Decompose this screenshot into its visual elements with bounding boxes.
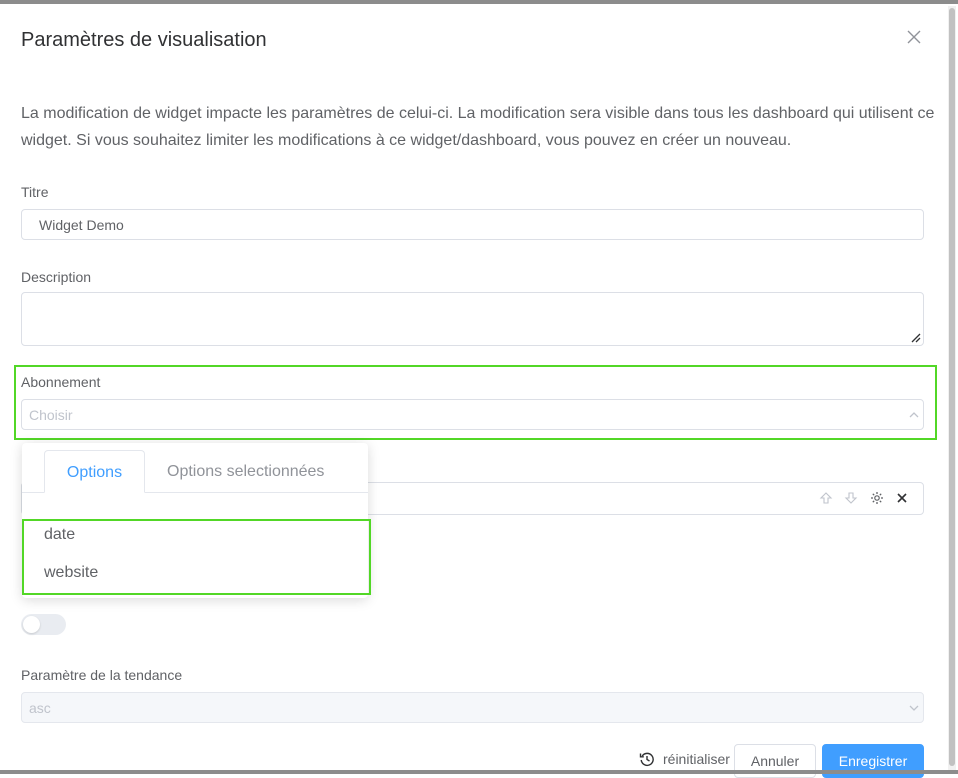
dialog-title: Paramètres de visualisation (21, 29, 267, 51)
intro-text: La modification de widget impacte les pa… (21, 105, 935, 149)
title-label: Titre (21, 184, 49, 200)
tab-selected-options[interactable]: Options selectionnées (167, 450, 324, 493)
trend-label: Paramètre de la tendance (21, 667, 183, 683)
scrollbar[interactable] (948, 6, 956, 770)
trend-select: asc (21, 692, 924, 723)
window-bottom-border (0, 770, 958, 774)
chevron-up-icon (909, 412, 919, 418)
description-label: Description (21, 269, 92, 285)
arrow-down-icon[interactable] (844, 491, 858, 505)
title-input[interactable]: Widget Demo (21, 209, 924, 240)
description-textarea[interactable] (21, 292, 924, 346)
trend-value: asc (29, 700, 51, 716)
window-top-border (0, 0, 958, 4)
toggle-knob (23, 616, 40, 633)
title-input-value: Widget Demo (39, 217, 124, 233)
tab-options[interactable]: Options (44, 450, 145, 493)
reset-button[interactable]: réinitialiser (663, 751, 730, 767)
chevron-down-icon (909, 705, 919, 711)
scrollbar-thumb[interactable] (949, 8, 955, 766)
gear-icon[interactable] (870, 491, 884, 505)
options-highlight (22, 519, 371, 595)
subscription-label: Abonnement (21, 374, 101, 390)
toggle-switch[interactable] (21, 614, 66, 635)
subscription-placeholder: Choisir (29, 407, 73, 423)
resize-handle-icon[interactable] (910, 332, 921, 343)
arrow-up-icon[interactable] (819, 491, 833, 505)
history-icon[interactable] (639, 751, 655, 767)
x-icon[interactable] (895, 491, 909, 505)
close-icon[interactable] (905, 28, 923, 46)
subscription-select[interactable]: Choisir (21, 399, 924, 430)
